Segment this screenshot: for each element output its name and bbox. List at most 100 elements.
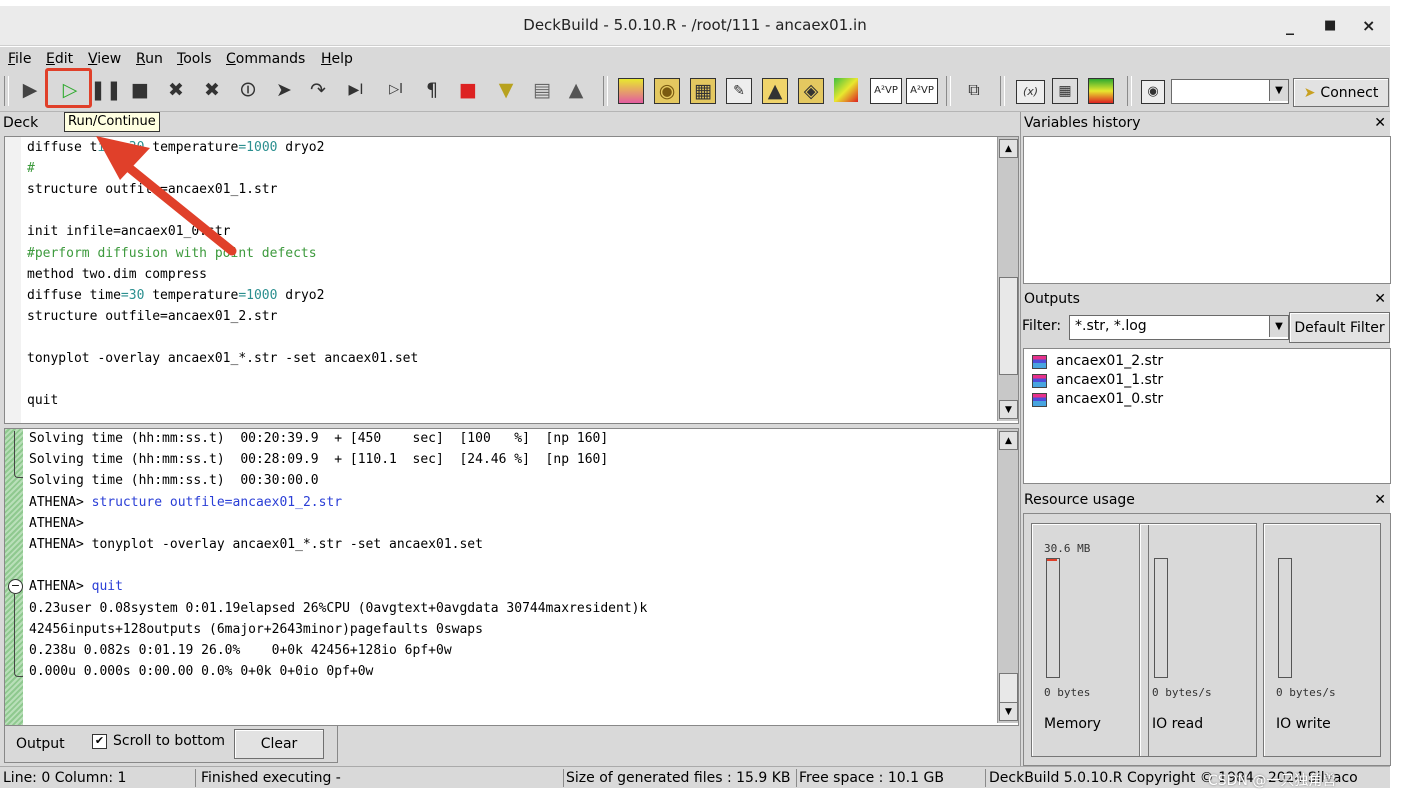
menu-bar: File Edit View Run Tools Commands Help	[0, 47, 1390, 71]
code-segment: ATHENA> tonyplot -overlay ancaex01_*.str…	[29, 537, 483, 552]
vp-edit-icon[interactable]: A²VP	[906, 78, 938, 104]
chevron-down-icon[interactable]: ▼	[1269, 316, 1288, 337]
io-read-meter: 0 bytes/s IO read	[1139, 523, 1257, 757]
bookmark-icon[interactable]: ■	[456, 78, 480, 102]
tool-3-icon[interactable]: ▦	[690, 78, 716, 104]
variables-header: Variables history ✕	[1021, 112, 1390, 134]
scroll-up-icon[interactable]: ▲	[999, 431, 1018, 450]
default-filter-button[interactable]: Default Filter	[1289, 312, 1390, 343]
close-icon[interactable]: ✕	[1374, 489, 1386, 511]
menu-tools[interactable]: Tools	[177, 51, 212, 67]
restart-icon[interactable]: ⏼	[236, 78, 260, 102]
vp-icon[interactable]: A²VP	[870, 78, 902, 104]
code-line: #perform diffusion with point defects	[27, 244, 317, 264]
kill-icon[interactable]: ✖	[164, 78, 188, 102]
code-segment: tonyplot -overlay ancaex01_*.str -set an…	[27, 351, 419, 366]
file-name: ancaex01_1.str	[1056, 372, 1164, 388]
menu-edit[interactable]: Edit	[46, 51, 73, 67]
code-segment: dryo2	[277, 140, 325, 155]
code-segment: #perform diffusion with point defects	[27, 245, 317, 261]
filter-select[interactable]: *.str, *.log ▼	[1069, 315, 1289, 340]
code-segment: diffuse t	[27, 140, 98, 155]
scroll-down-icon[interactable]: ▼	[999, 702, 1018, 721]
code-line: 0.238u 0.082s 0:01.19 26.0% 0+0k 42456+1…	[29, 641, 452, 661]
code-segment: dryo2	[277, 287, 325, 303]
gradient-icon[interactable]	[1088, 78, 1114, 104]
line-step-icon[interactable]: ▶I	[344, 78, 368, 102]
line-step-into-icon[interactable]: ▷I	[384, 78, 408, 102]
window-icon[interactable]: ⧉	[962, 78, 986, 102]
variables-icon[interactable]: (x)	[1016, 80, 1045, 104]
cursor-position: Line: 0 Column: 1	[3, 770, 127, 786]
collapse-icon[interactable]: −	[8, 579, 23, 594]
outputs-file-list[interactable]: ancaex01_2.str ancaex01_1.str ancaex01_0…	[1023, 348, 1391, 484]
code-line: tonyplot -overlay ancaex01_*.str -set an…	[27, 349, 418, 369]
extract-icon[interactable]: ▲	[564, 78, 588, 102]
output-scrollbar[interactable]: ▲ ▼	[997, 429, 1018, 723]
step-icon[interactable]: ➤	[272, 78, 296, 102]
file-item[interactable]: ancaex01_1.str	[1032, 371, 1163, 390]
minimize-button[interactable]: _	[1286, 16, 1294, 35]
file-item[interactable]: ancaex01_0.str	[1032, 390, 1163, 409]
code-segment: quit	[91, 579, 123, 595]
close-icon[interactable]: ✕	[1374, 288, 1386, 310]
tool-2-icon[interactable]: ◉	[654, 78, 680, 104]
pause-icon[interactable]: ❚❚	[90, 78, 122, 102]
scroll-down-icon[interactable]: ▼	[999, 400, 1018, 419]
menu-commands[interactable]: Commands	[226, 51, 305, 67]
io-write-bar	[1278, 558, 1292, 678]
close-icon[interactable]: ✕	[1374, 112, 1386, 134]
code-line: init infile=ancaex01_0.str	[27, 222, 231, 242]
code-segment: structure outfile=ancaex01_2.str	[91, 494, 343, 510]
clear-button[interactable]: Clear	[234, 729, 324, 759]
status-bar: Line: 0 Column: 1 Finished executing - S…	[0, 766, 1390, 789]
window-title: DeckBuild - 5.0.10.R - /root/111 - ancae…	[523, 16, 867, 34]
code-segment: structure outfile=ancaex01_1.str	[27, 182, 278, 198]
variable-icon[interactable]: ▼	[494, 78, 518, 102]
tool-6-icon[interactable]: ◈	[798, 78, 824, 104]
close-button[interactable]: ×	[1362, 16, 1375, 35]
tool-5-icon[interactable]: ▲	[762, 78, 788, 104]
tool-7-icon[interactable]	[834, 78, 858, 102]
output-console[interactable]: − Solving time (hh:mm:ss.t) 00:20:39.9 +…	[4, 428, 1019, 726]
menu-view[interactable]: View	[88, 51, 121, 67]
scrollbar-thumb[interactable]	[999, 277, 1018, 375]
menu-run[interactable]: Run	[136, 51, 163, 67]
kill-all-icon[interactable]: ✖	[200, 78, 224, 102]
memory-bar-fill	[1047, 559, 1057, 561]
filter-label: Filter:	[1022, 318, 1062, 334]
outputs-title: Outputs	[1024, 291, 1080, 307]
connect-button[interactable]: ➤ Connect	[1293, 78, 1389, 107]
deck-scrollbar[interactable]: ▲ ▼	[997, 137, 1018, 421]
break-icon[interactable]: ¶	[420, 78, 444, 102]
screenshot-icon[interactable]: ◉	[1141, 80, 1165, 104]
deck-editor[interactable]: diffuse time=30 temperature=1000 dryo2 # s…	[4, 136, 1019, 424]
host-select[interactable]: ▼	[1171, 79, 1289, 104]
memory-meter: 30.6 MB 0 bytes Memory	[1031, 523, 1149, 757]
menu-file[interactable]: File	[8, 51, 31, 67]
code-segment: structure outfile=ancaex01_2.str	[27, 308, 278, 324]
paste-icon[interactable]: ▤	[530, 78, 554, 102]
output-tab[interactable]: Output	[16, 736, 65, 752]
variables-list[interactable]	[1023, 136, 1391, 284]
tool-4-icon[interactable]: ✎	[726, 78, 752, 104]
plug-icon: ➤	[1303, 84, 1316, 101]
file-item[interactable]: ancaex01_2.str	[1032, 352, 1163, 371]
load-icon[interactable]: ▶	[18, 78, 42, 102]
chevron-down-icon[interactable]: ▼	[1269, 80, 1288, 101]
scroll-up-icon[interactable]: ▲	[999, 139, 1018, 158]
status-icon[interactable]: ▦	[1052, 78, 1078, 104]
scroll-to-bottom-checkbox[interactable]: ✔	[92, 734, 107, 749]
code-line: Solving time (hh:mm:ss.t) 00:30:00.0	[29, 471, 319, 491]
stop-icon[interactable]: ■	[128, 78, 152, 102]
scroll-to-bottom-label: Scroll to bottom	[113, 733, 225, 749]
toolbar-separator	[4, 76, 9, 106]
maximize-button[interactable]: ■	[1324, 18, 1336, 33]
step-over-icon[interactable]: ↷	[306, 78, 330, 102]
menu-help[interactable]: Help	[321, 51, 353, 67]
code-segment: ATHENA>	[29, 494, 92, 510]
tool-1-icon[interactable]	[618, 78, 644, 104]
structure-file-icon	[1032, 373, 1047, 388]
scrollbar-thumb[interactable]	[999, 673, 1018, 703]
structure-file-icon	[1032, 392, 1047, 407]
